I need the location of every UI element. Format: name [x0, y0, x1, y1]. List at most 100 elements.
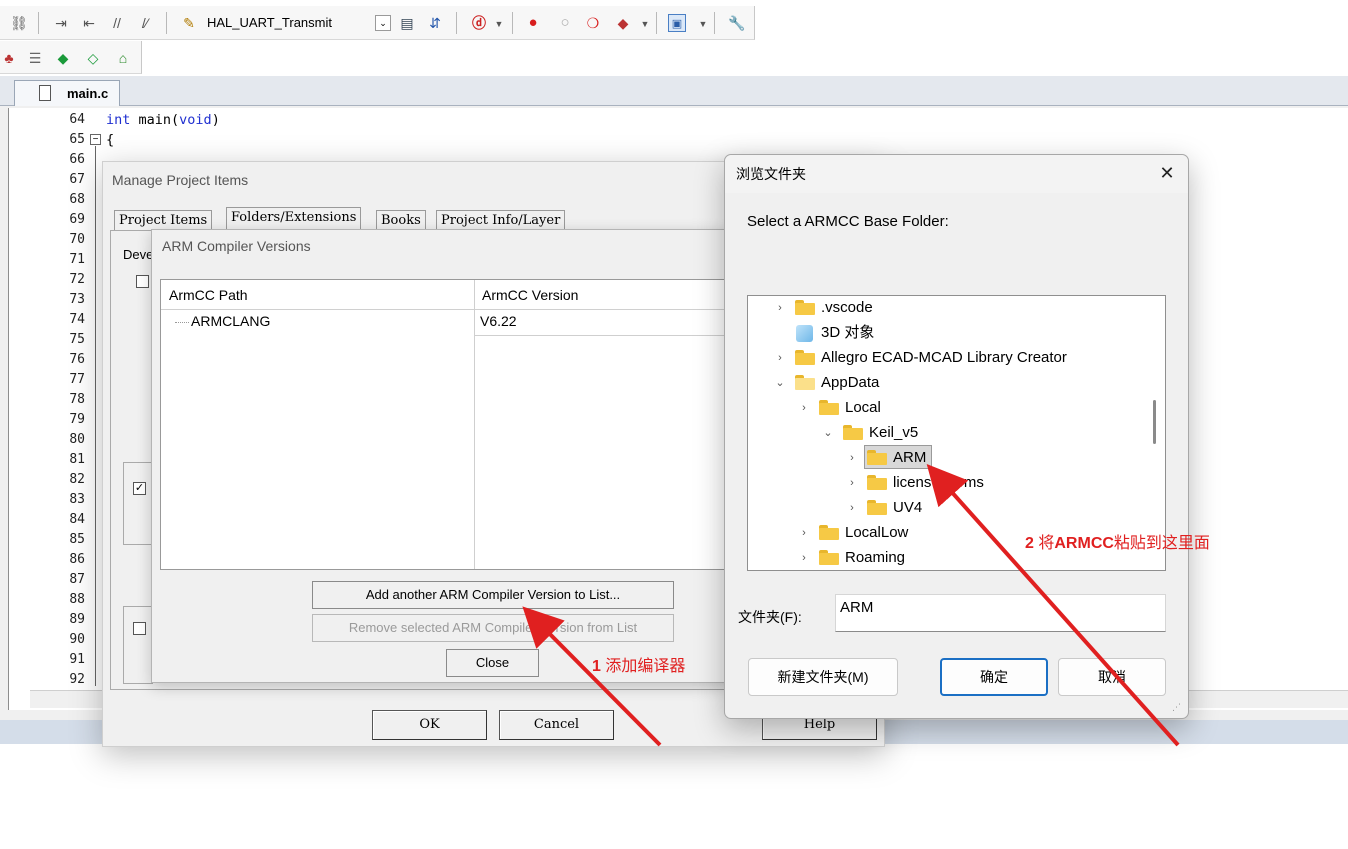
checkbox[interactable]: [133, 622, 146, 635]
tab-project-info-layer[interactable]: Project Info/Layer: [436, 210, 566, 230]
chevron-right-icon[interactable]: ›: [798, 546, 810, 570]
toolbar-separator: [456, 12, 457, 34]
chevron-right-icon[interactable]: ›: [798, 396, 810, 420]
file-icon: [39, 85, 51, 101]
tree-item-label: licens…terms: [893, 474, 984, 491]
add-compiler-button[interactable]: Add another ARM Compiler Version to List…: [312, 581, 674, 609]
tab-main-c[interactable]: main.c: [14, 80, 120, 106]
find-icon[interactable]: ⇵: [426, 14, 444, 32]
line-number: 71: [69, 252, 85, 267]
chevron-right-icon[interactable]: ›: [846, 471, 858, 495]
indent-icon[interactable]: ⇥: [52, 14, 70, 32]
tree-item-label: ARM: [893, 449, 927, 466]
fold-toggle-icon[interactable]: −: [90, 134, 101, 145]
debug-icon[interactable]: ⛓: [10, 14, 28, 32]
folder-icon: [819, 525, 839, 540]
target-select[interactable]: HAL_UART_Transmit ⌄: [207, 13, 391, 33]
dropdown-icon[interactable]: ▼: [694, 15, 712, 33]
chevron-right-icon[interactable]: ›: [774, 296, 786, 320]
line-number: 79: [69, 412, 85, 427]
tree-item-label: .vscode: [821, 299, 873, 316]
line-number: 81: [69, 452, 85, 467]
resize-grip-icon[interactable]: ⋰: [1172, 702, 1184, 714]
cancel-button[interactable]: 取消: [1058, 658, 1166, 696]
editor-tab-strip: [0, 76, 1348, 106]
manage-icon[interactable]: ⌂: [114, 49, 132, 67]
list-item-path[interactable]: ARMCLANG: [191, 313, 270, 329]
annotation-text: 添加编译器: [605, 658, 686, 675]
unindent-icon[interactable]: ⇤: [80, 14, 98, 32]
tab-books[interactable]: Books: [376, 210, 426, 230]
chevron-right-icon[interactable]: ›: [798, 521, 810, 545]
chevron-down-icon[interactable]: ⌄: [822, 421, 834, 445]
settings-icon[interactable]: 🔧: [728, 14, 746, 32]
folder-icon: [867, 475, 887, 490]
new-folder-button[interactable]: 新建文件夹(M): [748, 658, 898, 696]
comment-icon[interactable]: //: [108, 14, 126, 32]
project-icon[interactable]: ♣: [0, 49, 18, 67]
dialog-title: 浏览文件夹: [736, 166, 806, 182]
kill-breakpoints-icon[interactable]: ❍: [584, 14, 602, 32]
annotation-text-bold: ARMCC: [1054, 535, 1114, 552]
list-item-version[interactable]: V6.22: [480, 313, 517, 329]
cancel-button[interactable]: Cancel: [499, 710, 614, 740]
annotation-text: 粘贴到这里面: [1113, 535, 1210, 552]
target-select-value: HAL_UART_Transmit: [207, 15, 332, 30]
tree-item-label: LocalLow: [845, 524, 909, 541]
rte-icon[interactable]: ◆: [54, 49, 72, 67]
code-text: main(: [130, 112, 180, 128]
line-number: 88: [69, 592, 85, 607]
line-number: 74: [69, 312, 85, 327]
line-number: 91: [69, 652, 85, 667]
tree-item-label: Local: [845, 399, 881, 416]
chevron-down-icon[interactable]: ⌄: [774, 371, 786, 395]
chevron-right-icon[interactable]: ›: [846, 496, 858, 520]
uncomment-icon[interactable]: /⁄: [136, 14, 154, 32]
checkbox-checked[interactable]: ✓: [133, 482, 146, 495]
folder-icon: [795, 300, 815, 315]
tab-folders-extensions[interactable]: Folders/Extensions: [226, 207, 362, 230]
tab-label: main.c: [67, 86, 109, 101]
debug-start-icon[interactable]: ⓓ: [470, 14, 488, 32]
pack-installer-icon[interactable]: ◇: [84, 49, 102, 67]
checkbox[interactable]: [136, 275, 149, 288]
books-icon[interactable]: ☰: [26, 49, 44, 67]
chevron-down-icon[interactable]: ⌄: [375, 15, 391, 31]
line-number: 65: [69, 132, 85, 147]
annotation-text: 将: [1038, 535, 1055, 552]
ok-button[interactable]: 确定: [940, 658, 1048, 696]
code-keyword: void: [179, 112, 212, 128]
dropdown-icon[interactable]: ▼: [636, 15, 654, 33]
insert-breakpoint-icon[interactable]: ◆: [614, 14, 632, 32]
ok-button[interactable]: OK: [372, 710, 487, 740]
close-button[interactable]: Close: [446, 649, 539, 677]
breakpoint-icon[interactable]: ●: [524, 14, 542, 32]
annotation-step1: 1 添加编译器: [592, 652, 685, 676]
column-header-path[interactable]: ArmCC Path: [169, 287, 248, 303]
toolbar-separator: [38, 12, 39, 34]
code-line: int main(void): [106, 112, 220, 128]
column-header-version[interactable]: ArmCC Version: [482, 287, 578, 303]
chevron-right-icon[interactable]: ›: [846, 446, 858, 470]
breakpoint-disable-icon[interactable]: ○: [556, 14, 574, 32]
folder-icon: [843, 425, 863, 440]
tab-project-items[interactable]: Project Items: [114, 210, 213, 230]
group-box: [123, 462, 153, 545]
browse-icon[interactable]: ▤: [398, 14, 416, 32]
line-number: 92: [69, 672, 85, 687]
target-options-icon[interactable]: ✎: [180, 14, 198, 32]
folder-input[interactable]: ARM: [835, 594, 1166, 632]
annotation-number: 1: [592, 658, 601, 675]
folder-icon: [795, 350, 815, 365]
line-number: 77: [69, 372, 85, 387]
folder-icon: [795, 375, 815, 390]
dropdown-icon[interactable]: ▼: [490, 15, 508, 33]
toolbar-separator: [656, 12, 657, 34]
main-toolbar: ⛓ ⇥ ⇤ // /⁄ ✎ HAL_UART_Transmit ⌄ ▤ ⇵ ⓓ …: [0, 6, 755, 40]
close-icon[interactable]: ✕: [1157, 162, 1177, 184]
tree-scrollbar-thumb[interactable]: [1153, 400, 1156, 444]
remove-compiler-button[interactable]: Remove selected ARM Compiler Version fro…: [312, 614, 674, 642]
line-number: 66: [69, 152, 85, 167]
chevron-right-icon[interactable]: ›: [774, 346, 786, 370]
window-layout-icon[interactable]: ▣: [668, 14, 686, 32]
